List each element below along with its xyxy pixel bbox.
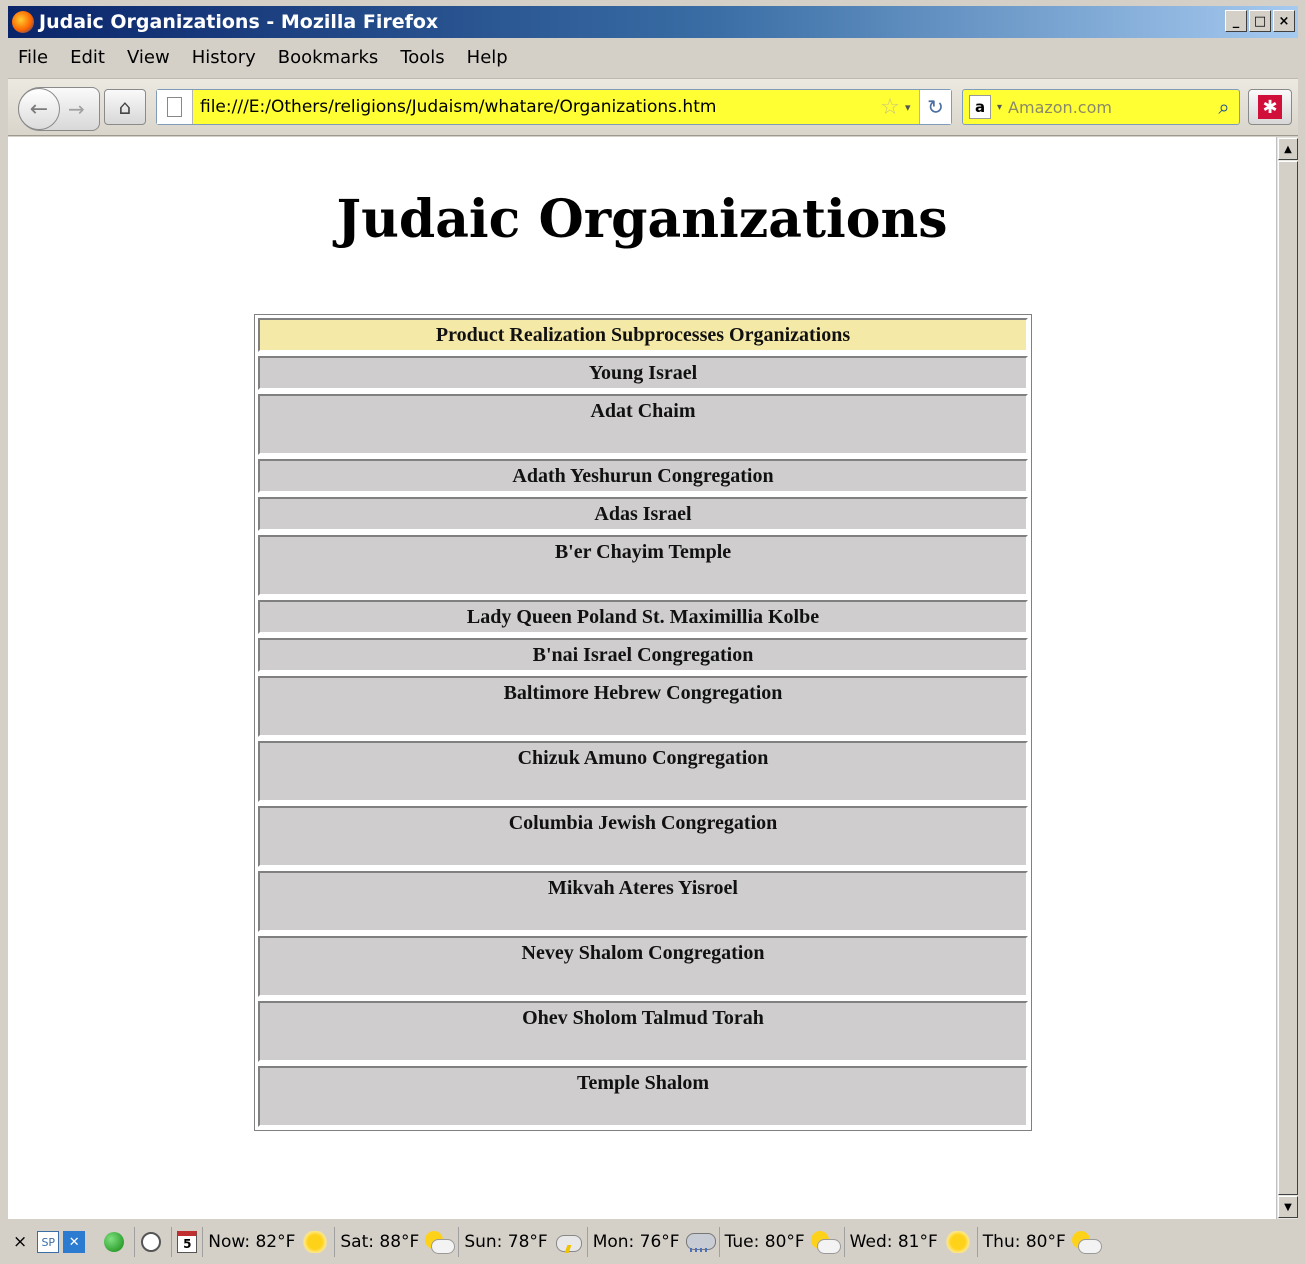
partly-cloudy-icon <box>1071 1231 1102 1254</box>
partly-cloudy-icon <box>425 1231 456 1254</box>
home-icon: ⌂ <box>118 95 132 119</box>
weather-label: Sat: 88°F <box>340 1232 420 1252</box>
table-row: Lady Queen Poland St. Maximillia Kolbe <box>258 600 1028 634</box>
page-icon <box>157 90 193 124</box>
table-row: Chizuk Amuno Congregation <box>258 741 1028 802</box>
search-bar[interactable]: a ▾ Amazon.com ⌕ <box>962 89 1240 125</box>
table-row: Temple Shalom <box>258 1066 1028 1127</box>
firefox-logo-icon <box>12 11 34 33</box>
status-bar: × SP ✕ 5 Now: 82°F Sat: 88°F Sun: 78°F M… <box>8 1222 1298 1262</box>
sunny-icon <box>301 1231 330 1253</box>
table-row: Adath Yeshurun Congregation <box>258 459 1028 493</box>
sunny-icon <box>943 1231 972 1253</box>
search-input[interactable]: Amazon.com <box>1008 98 1209 117</box>
statusbar-addons: SP ✕ <box>32 1225 134 1259</box>
rain-icon <box>685 1231 716 1253</box>
menu-edit[interactable]: Edit <box>70 47 105 68</box>
weather-wed[interactable]: Wed: 81°F <box>845 1225 977 1259</box>
addon-button[interactable]: ✱ <box>1248 89 1292 125</box>
partly-cloudy-icon <box>810 1231 841 1254</box>
calendar-icon[interactable]: 5 <box>177 1231 198 1253</box>
menu-tools[interactable]: Tools <box>400 47 444 68</box>
addon-icon: ✱ <box>1258 95 1282 119</box>
scroll-down-arrow-icon[interactable]: ▼ <box>1278 1196 1298 1218</box>
weather-label: Wed: 81°F <box>849 1232 938 1252</box>
sp-icon[interactable]: SP <box>37 1231 60 1253</box>
green-status-icon[interactable] <box>103 1231 125 1253</box>
table-row: Nevey Shalom Congregation <box>258 936 1028 997</box>
close-button[interactable]: × <box>1273 10 1295 32</box>
weather-label: Tue: 80°F <box>724 1232 805 1252</box>
minimize-button[interactable]: _ <box>1225 10 1247 32</box>
clock-icon[interactable] <box>140 1231 162 1253</box>
page-title: Judaic Organizations <box>336 189 948 250</box>
back-forward-group: ← → <box>18 87 100 131</box>
table-row: Columbia Jewish Congregation <box>258 806 1028 867</box>
statusbar-close[interactable]: × <box>8 1225 32 1259</box>
search-icon[interactable]: ⌕ <box>1209 95 1239 119</box>
weather-now[interactable]: Now: 82°F <box>203 1225 334 1259</box>
url-input[interactable]: file:///E:/Others/religions/Judaism/what… <box>193 97 875 117</box>
weather-sun[interactable]: Sun: 78°F <box>459 1225 586 1259</box>
weather-label: Sun: 78°F <box>464 1232 548 1252</box>
vertical-scrollbar[interactable]: ▲ ▼ <box>1276 137 1298 1219</box>
table-row: B'nai Israel Congregation <box>258 638 1028 672</box>
scrollbar-thumb[interactable] <box>1278 161 1298 1195</box>
maximize-button[interactable]: □ <box>1249 10 1271 32</box>
window-title: Judaic Organizations - Mozilla Firefox <box>39 11 439 33</box>
weather-sat[interactable]: Sat: 88°F <box>335 1225 458 1259</box>
table-row: Adas Israel <box>258 497 1028 531</box>
weather-thu[interactable]: Thu: 80°F <box>978 1225 1105 1259</box>
weather-mon[interactable]: Mon: 76°F <box>588 1225 719 1259</box>
url-dropdown-icon[interactable]: ▾ <box>905 101 919 114</box>
weather-label: Thu: 80°F <box>982 1232 1066 1252</box>
statusbar-calendar: 5 <box>172 1225 202 1259</box>
reload-icon[interactable]: ↻ <box>919 90 951 124</box>
table-row: Ohev Sholom Talmud Torah <box>258 1001 1028 1062</box>
back-arrow-icon[interactable]: ← <box>18 88 60 130</box>
home-button[interactable]: ⌂ <box>104 89 146 125</box>
menu-help[interactable]: Help <box>467 47 508 68</box>
search-engine-dropdown-icon[interactable]: ▾ <box>997 102 1002 113</box>
menu-file[interactable]: File <box>18 47 48 68</box>
menu-history[interactable]: History <box>192 47 256 68</box>
table-row: Mikvah Ateres Yisroel <box>258 871 1028 932</box>
page-content: Judaic Organizations Product Realization… <box>8 137 1276 1219</box>
organizations-table: Product Realization Subprocesses Organiz… <box>254 314 1032 1131</box>
amazon-icon[interactable]: a <box>969 95 991 119</box>
menu-bar: File Edit View History Bookmarks Tools H… <box>8 40 1298 74</box>
table-row: Baltimore Hebrew Congregation <box>258 676 1028 737</box>
weather-label: Mon: 76°F <box>592 1232 680 1252</box>
navigation-toolbar: ← → ⌂ file:///E:/Others/religions/Judais… <box>8 78 1298 136</box>
forward-arrow-icon[interactable]: → <box>68 97 85 121</box>
window-controls: _ □ × <box>1225 10 1295 32</box>
scroll-up-arrow-icon[interactable]: ▲ <box>1278 138 1298 160</box>
thunderstorm-icon <box>554 1231 582 1253</box>
menu-bookmarks[interactable]: Bookmarks <box>278 47 379 68</box>
table-row: Adat Chaim <box>258 394 1028 455</box>
bookmark-star-icon[interactable]: ☆ <box>875 95 905 120</box>
url-bar[interactable]: file:///E:/Others/religions/Judaism/what… <box>156 89 952 125</box>
weather-label: Now: 82°F <box>208 1232 296 1252</box>
weather-tue[interactable]: Tue: 80°F <box>720 1225 844 1259</box>
table-row: B'er Chayim Temple <box>258 535 1028 596</box>
table-header: Product Realization Subprocesses Organiz… <box>258 318 1028 352</box>
statusbar-tools <box>135 1225 171 1259</box>
xmarks-icon[interactable]: ✕ <box>63 1231 86 1253</box>
table-row: Young Israel <box>258 356 1028 390</box>
menu-view[interactable]: View <box>127 47 170 68</box>
window-title-bar: Judaic Organizations - Mozilla Firefox _… <box>8 6 1298 38</box>
